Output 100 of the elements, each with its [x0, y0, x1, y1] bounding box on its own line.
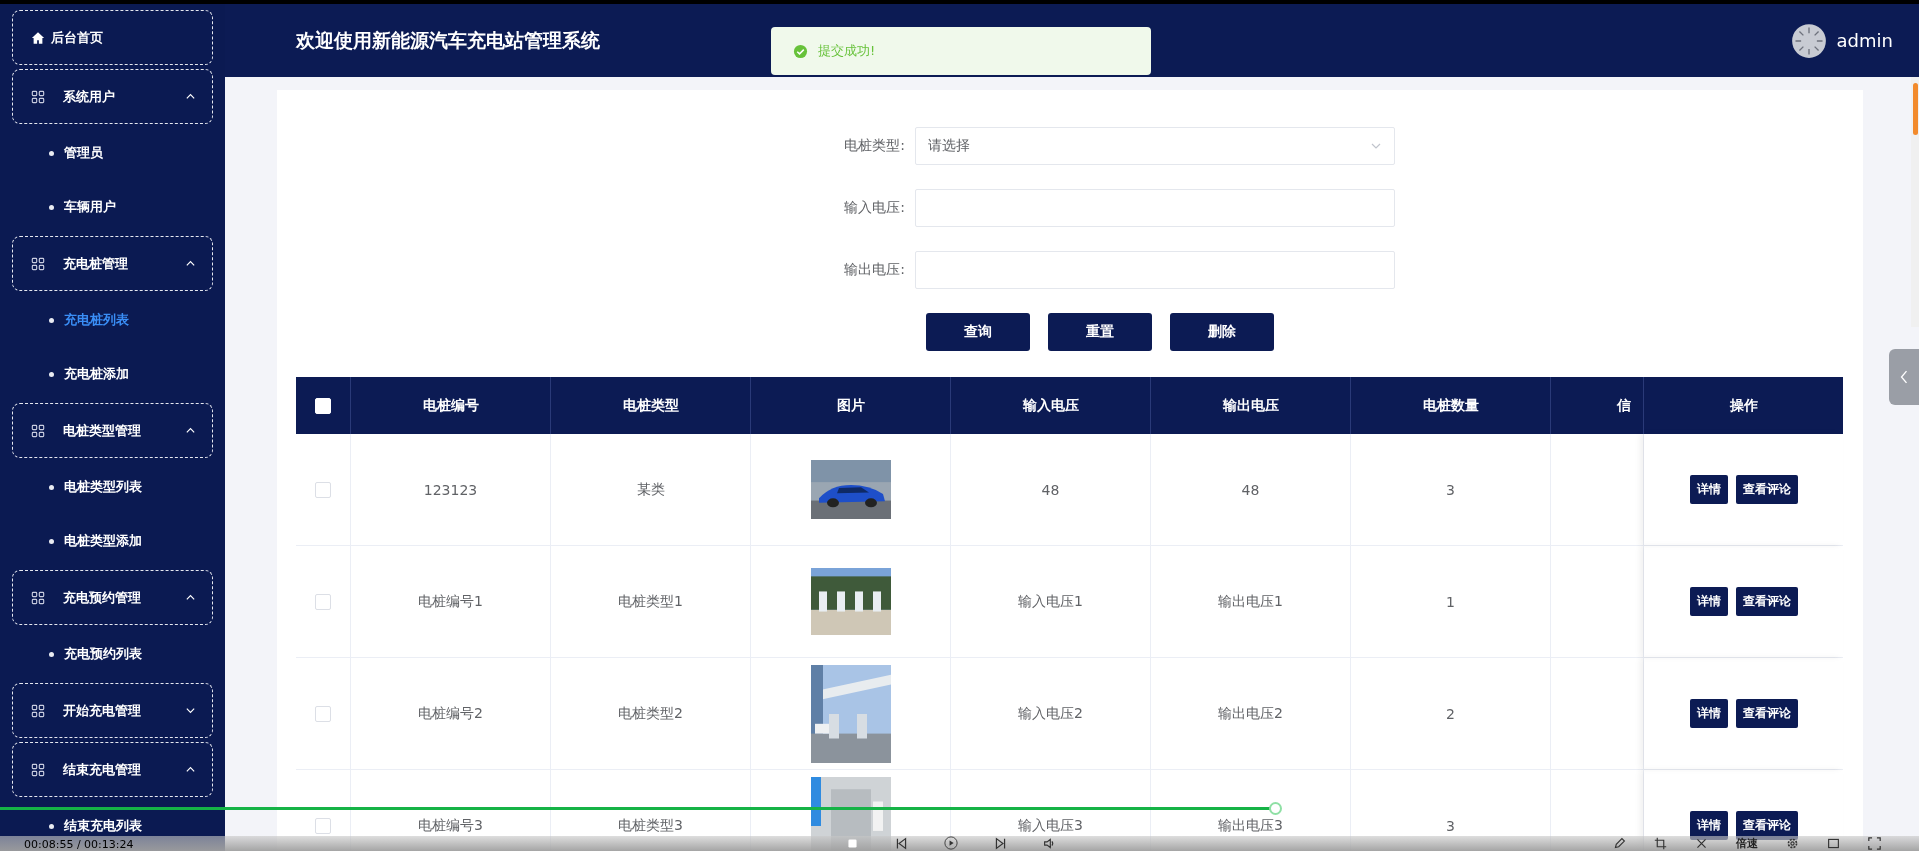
menu-label: 充电预约管理	[63, 588, 142, 607]
menu-label: 系统用户	[63, 87, 116, 106]
table-cell: 电桩类型3	[618, 816, 683, 835]
column-header: 电桩数量	[1422, 396, 1479, 415]
user-name[interactable]: admin	[1836, 30, 1893, 51]
grid-icon	[31, 590, 45, 605]
table-cell: 电桩编号3	[418, 816, 483, 835]
menu-label: 充电桩管理	[63, 254, 129, 273]
chevron-left-icon	[1899, 368, 1909, 386]
table-cell: 输出电压2	[1218, 704, 1283, 723]
window-icon[interactable]	[1827, 837, 1840, 850]
row-action-button[interactable]: 查看评论	[1735, 699, 1798, 728]
field-label: 电桩类型:	[843, 137, 905, 155]
volume-icon[interactable]	[1043, 836, 1056, 850]
menu-item[interactable]: 电桩类型添加	[64, 532, 142, 550]
grid-icon	[31, 89, 45, 104]
menu-group[interactable]: 充电预约管理	[12, 570, 213, 625]
column-header: 操作	[1729, 396, 1758, 415]
type-select[interactable]: 请选择	[915, 127, 1395, 165]
table-cell: 3	[1446, 817, 1455, 834]
grid-icon	[31, 423, 45, 438]
check-circle-icon	[793, 43, 808, 59]
menu-item[interactable]: 车辆用户	[64, 198, 116, 216]
menu-group[interactable]: 电桩类型管理	[12, 403, 213, 458]
table-cell: 1	[1446, 593, 1455, 610]
column-header: 电桩编号	[422, 396, 479, 415]
table-cell: 输入电压3	[1018, 816, 1083, 835]
speed-button[interactable]: 倍速	[1736, 837, 1758, 850]
toast-message: 提交成功!	[818, 42, 876, 60]
play-icon[interactable]	[944, 836, 958, 850]
table-cell: 48	[1041, 481, 1060, 498]
form-button[interactable]: 重置	[1048, 313, 1152, 351]
chevron-up-icon	[185, 592, 196, 603]
chevron-up-icon	[185, 91, 196, 102]
menu-item[interactable]: 管理员	[64, 144, 103, 162]
row-action-button[interactable]: 详情	[1689, 699, 1728, 728]
field-label: 输入电压:	[843, 199, 905, 217]
table-cell: 电桩类型1	[618, 592, 683, 611]
menu-group[interactable]: 系统用户	[12, 69, 213, 124]
row-action-button[interactable]: 详情	[1689, 475, 1728, 504]
table-cell: 输入电压2	[1018, 704, 1083, 723]
table-cell: 电桩编号2	[418, 704, 483, 723]
row-action-button[interactable]: 查看评论	[1735, 475, 1798, 504]
menu-item[interactable]: 充电预约列表	[64, 645, 142, 663]
table-cell: 输出电压1	[1218, 592, 1283, 611]
menu-item[interactable]: 电桩类型列表	[64, 478, 142, 496]
home-icon	[31, 30, 45, 45]
form-button[interactable]: 删除	[1170, 313, 1274, 351]
settings-icon[interactable]	[1786, 837, 1799, 850]
close-icon[interactable]	[1695, 837, 1708, 850]
menu-item[interactable]: 结束充电列表	[64, 817, 142, 835]
chevron-up-icon	[185, 425, 196, 436]
chevron-up-icon	[185, 764, 196, 775]
row-checkbox[interactable]	[315, 593, 331, 610]
table-cell: 输入电压1	[1018, 592, 1083, 611]
menu-group[interactable]: 结束充电管理	[12, 742, 213, 797]
chevron-down-icon	[185, 705, 196, 716]
row-checkbox[interactable]	[315, 481, 331, 498]
table-cell: 123123	[423, 481, 478, 498]
table-cell: 电桩编号1	[418, 592, 483, 611]
column-header: 信	[1617, 396, 1631, 415]
chevron-up-icon	[185, 258, 196, 269]
grid-icon	[31, 762, 45, 777]
menu-label: 电桩类型管理	[63, 421, 142, 440]
fullscreen-icon[interactable]	[1868, 837, 1881, 850]
column-header: 电桩类型	[622, 396, 679, 415]
crop-icon[interactable]	[1654, 837, 1667, 850]
row-action-button[interactable]: 详情	[1689, 587, 1728, 616]
column-header: 输入电压	[1022, 396, 1079, 415]
playback-time: 00:08:55 / 00:13:24	[24, 838, 134, 851]
input-field[interactable]	[915, 189, 1395, 227]
row-checkbox[interactable]	[315, 817, 331, 834]
menu-item[interactable]: 充电桩添加	[64, 365, 129, 383]
menu-item[interactable]: 充电桩列表	[64, 311, 129, 329]
column-header: 图片	[836, 396, 865, 415]
table-cell: 输出电压3	[1218, 816, 1283, 835]
avatar-icon[interactable]	[1790, 22, 1827, 59]
previous-icon[interactable]	[895, 836, 908, 850]
field-label: 输出电压:	[843, 261, 905, 279]
select-all-checkbox[interactable]	[315, 397, 331, 414]
page-title: 欢迎使用新能源汽车充电站管理系统	[296, 27, 600, 53]
row-checkbox[interactable]	[315, 705, 331, 722]
table-cell: 3	[1446, 481, 1455, 498]
next-icon[interactable]	[994, 836, 1007, 850]
menu-label: 后台首页	[51, 28, 104, 47]
input-field[interactable]	[915, 251, 1395, 289]
grid-icon	[31, 703, 45, 718]
pen-icon[interactable]	[1613, 837, 1626, 850]
row-action-button[interactable]: 查看评论	[1735, 587, 1798, 616]
menu-group[interactable]: 后台首页	[12, 10, 213, 65]
table-cell: 某类	[636, 480, 665, 499]
table-cell: 2	[1446, 705, 1455, 722]
table-cell: 48	[1241, 481, 1260, 498]
menu-group[interactable]: 开始充电管理	[12, 683, 213, 738]
menu-label: 结束充电管理	[63, 760, 142, 779]
menu-label: 开始充电管理	[63, 701, 142, 720]
scrollbar[interactable]	[1911, 77, 1919, 327]
form-button[interactable]: 查询	[926, 313, 1030, 351]
table-cell: 电桩类型2	[618, 704, 683, 723]
menu-group[interactable]: 充电桩管理	[12, 236, 213, 291]
